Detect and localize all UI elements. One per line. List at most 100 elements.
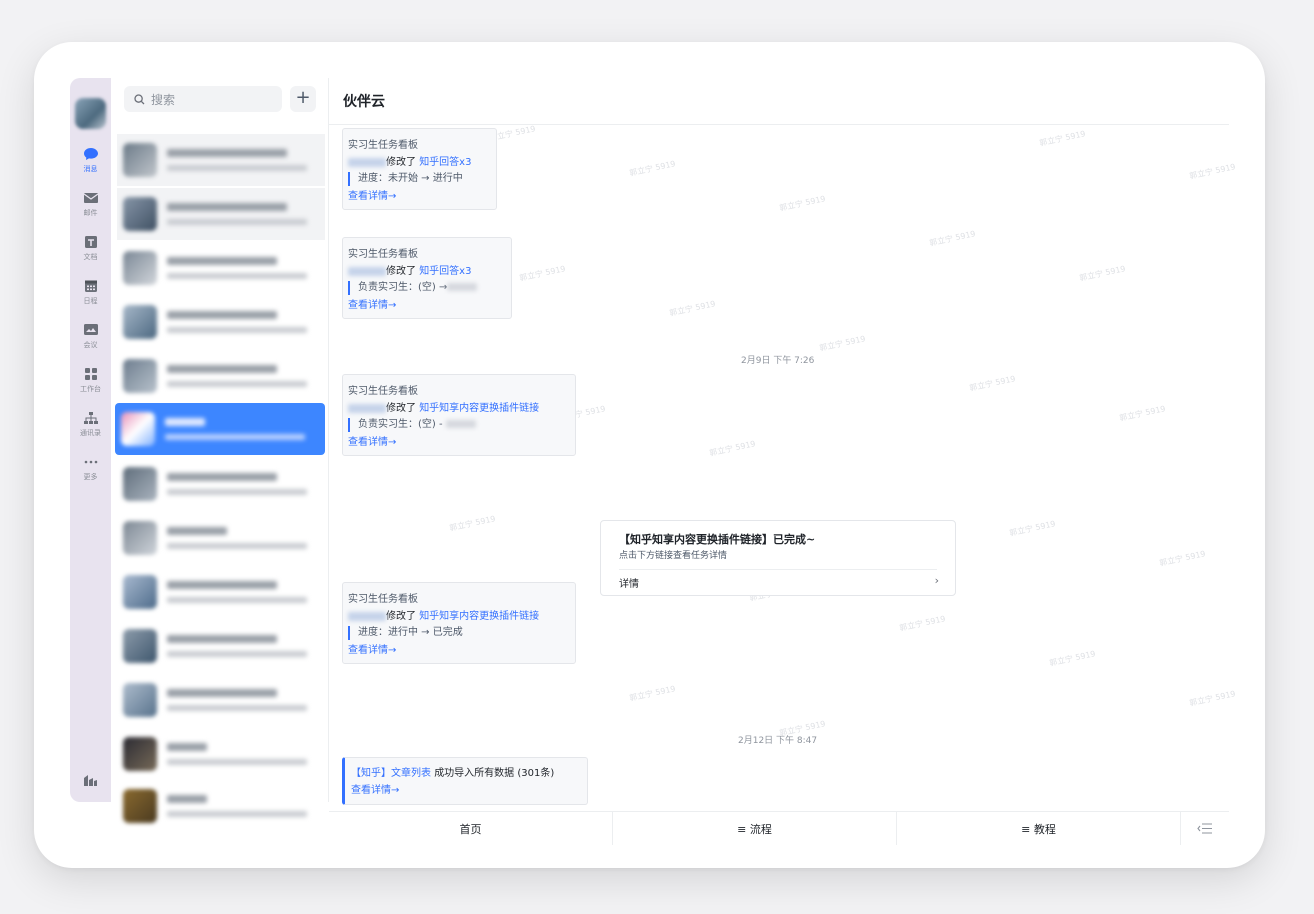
- blurred-name: [348, 266, 386, 276]
- watermark: 郭立宁 5919: [1038, 129, 1087, 148]
- avatar: [123, 789, 157, 823]
- nav-label: 会议: [83, 340, 98, 349]
- list-item[interactable]: [117, 728, 325, 780]
- calendar-icon: [83, 279, 99, 293]
- watermark: 郭立宁 5919: [1118, 404, 1167, 423]
- watermark: 郭立宁 5919: [1048, 649, 1097, 668]
- divider: [329, 124, 1229, 125]
- nav-label: 邮件: [83, 208, 98, 217]
- nav-docs[interactable]: 文档: [70, 228, 111, 268]
- blurred-name: [348, 611, 386, 621]
- task-link[interactable]: 知乎回答x3: [419, 157, 471, 168]
- list-item[interactable]: [117, 350, 325, 402]
- avatar: [121, 412, 155, 446]
- search-input[interactable]: 搜索: [124, 86, 282, 112]
- view-details-link[interactable]: 查看详情→: [351, 782, 581, 799]
- view-details-link[interactable]: 查看详情→: [348, 188, 490, 205]
- user-avatar[interactable]: [75, 98, 106, 129]
- list-item-selected[interactable]: [115, 403, 325, 455]
- chat-bubble-icon: [83, 147, 99, 161]
- card-change: 负责实习生：(空) -: [358, 419, 443, 430]
- watermark: 郭立宁 5919: [708, 439, 757, 458]
- task-complete-card: 【知乎知享内容更换插件链接】已完成~ 点击下方链接查看任务详情 详情 ›: [600, 520, 956, 596]
- watermark: 郭立宁 5919: [668, 299, 717, 318]
- list-item[interactable]: [117, 188, 325, 240]
- avatar: [123, 143, 157, 177]
- nav-label: 日程: [83, 296, 98, 305]
- nav-label: 工作台: [80, 384, 101, 393]
- card-action: 修改了: [386, 157, 416, 168]
- watermark: 郭立宁 5919: [1158, 549, 1207, 568]
- nav-label: 文档: [83, 252, 98, 261]
- nav-workbench[interactable]: 工作台: [70, 360, 111, 400]
- list-item[interactable]: [117, 134, 325, 186]
- list-item[interactable]: [117, 512, 325, 564]
- tab-home[interactable]: 首页: [329, 812, 613, 845]
- task-card: 实习生任务看板 修改了 知乎回答x3 负责实习生：(空) → 查看详情→: [342, 237, 512, 319]
- app-window: 消息 邮件 文档 日程 会议 工作台 通讯录 更多 搜索 + 伙伴云 郭立宁 5…: [34, 42, 1265, 868]
- app-logo-icon[interactable]: [82, 772, 98, 786]
- task-link[interactable]: 知乎知享内容更换插件链接: [419, 403, 539, 414]
- view-details-link[interactable]: 查看详情→: [348, 642, 569, 659]
- nav-label: 更多: [83, 472, 98, 481]
- bottom-tab-bar: 首页 ≡ 流程 ≡ 教程: [329, 811, 1229, 845]
- nav-calendar[interactable]: 日程: [70, 272, 111, 312]
- watermark: 郭立宁 5919: [628, 684, 677, 703]
- import-text: 成功导入所有数据 (301条): [434, 768, 555, 779]
- watermark: 郭立宁 5919: [818, 334, 867, 353]
- avatar: [123, 521, 157, 555]
- add-button[interactable]: +: [290, 86, 316, 112]
- blurred-name: [348, 403, 386, 413]
- nav-meetings[interactable]: 会议: [70, 316, 111, 356]
- list-item[interactable]: [117, 242, 325, 294]
- list-item[interactable]: [117, 296, 325, 348]
- watermark: 郭立宁 5919: [1078, 264, 1127, 283]
- watermark: 郭立宁 5919: [778, 194, 827, 213]
- grid-icon: [83, 367, 99, 381]
- watermark: 郭立宁 5919: [448, 514, 497, 533]
- watermark: 郭立宁 5919: [518, 264, 567, 283]
- nav-messages[interactable]: 消息: [70, 140, 111, 180]
- blurred-name: [348, 157, 386, 167]
- list-item[interactable]: [117, 566, 325, 618]
- more-dots-icon: [83, 455, 99, 469]
- tab-flow[interactable]: ≡ 流程: [613, 812, 897, 845]
- table-link[interactable]: 【知乎】文章列表: [351, 768, 431, 779]
- nav-more[interactable]: 更多: [70, 448, 111, 488]
- nav-rail: 消息 邮件 文档 日程 会议 工作台 通讯录 更多: [70, 78, 111, 802]
- avatar: [123, 197, 157, 231]
- card-change: 进度：进行中 → 已完成: [348, 626, 569, 640]
- nav-contacts[interactable]: 通讯录: [70, 404, 111, 444]
- list-item[interactable]: [117, 458, 325, 510]
- avatar: [123, 359, 157, 393]
- nav-label: 消息: [83, 164, 98, 173]
- watermark: 郭立宁 5919: [1008, 519, 1057, 538]
- search-placeholder: 搜索: [151, 92, 176, 107]
- view-details-link[interactable]: 查看详情→: [348, 434, 569, 451]
- card-title: 【知乎知享内容更换插件链接】已完成~: [619, 533, 816, 546]
- chevron-right-icon[interactable]: ›: [935, 574, 939, 587]
- task-link[interactable]: 知乎知享内容更换插件链接: [419, 611, 539, 622]
- doc-icon: [83, 235, 99, 249]
- nav-mail[interactable]: 邮件: [70, 184, 111, 224]
- collapse-menu-icon[interactable]: [1181, 812, 1229, 845]
- video-icon: [83, 323, 99, 337]
- card-header: 实习生任务看板: [348, 249, 418, 260]
- view-details-link[interactable]: 查看详情→: [348, 297, 505, 314]
- avatar: [123, 305, 157, 339]
- watermark: 郭立宁 5919: [1188, 162, 1237, 181]
- list-item[interactable]: [117, 780, 325, 832]
- avatar: [123, 467, 157, 501]
- details-link[interactable]: 详情: [619, 575, 639, 590]
- task-link[interactable]: 知乎回答x3: [419, 266, 471, 277]
- list-item[interactable]: [117, 620, 325, 672]
- card-header: 实习生任务看板: [348, 594, 418, 605]
- task-card: 实习生任务看板 修改了 知乎回答x3 进度：未开始 → 进行中 查看详情→: [342, 128, 497, 210]
- conversation-list: 搜索 +: [111, 78, 329, 823]
- list-item[interactable]: [117, 674, 325, 726]
- divider: [619, 569, 937, 570]
- tab-tutorial[interactable]: ≡ 教程: [897, 812, 1181, 845]
- avatar: [123, 737, 157, 771]
- avatar: [123, 575, 157, 609]
- chat-title: 伙伴云: [343, 94, 385, 110]
